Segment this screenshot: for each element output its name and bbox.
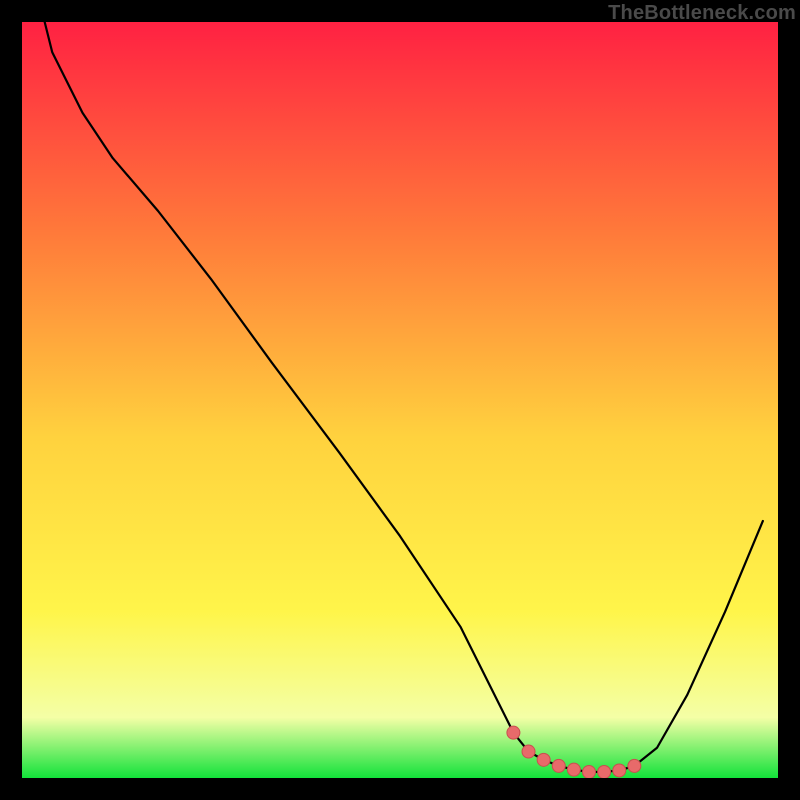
plot-area: [22, 22, 778, 778]
chart-svg: [22, 22, 778, 778]
marker-dot: [522, 745, 535, 758]
marker-dot: [537, 753, 550, 766]
chart-frame: TheBottleneck.com: [0, 0, 800, 800]
marker-dot: [567, 763, 580, 776]
watermark-text: TheBottleneck.com: [608, 2, 796, 25]
marker-dot: [583, 765, 596, 778]
marker-dot: [507, 726, 520, 739]
marker-dot: [552, 759, 565, 772]
marker-dot: [598, 765, 611, 778]
marker-dot: [628, 759, 641, 772]
gradient-background: [22, 22, 778, 778]
marker-dot: [613, 764, 626, 777]
